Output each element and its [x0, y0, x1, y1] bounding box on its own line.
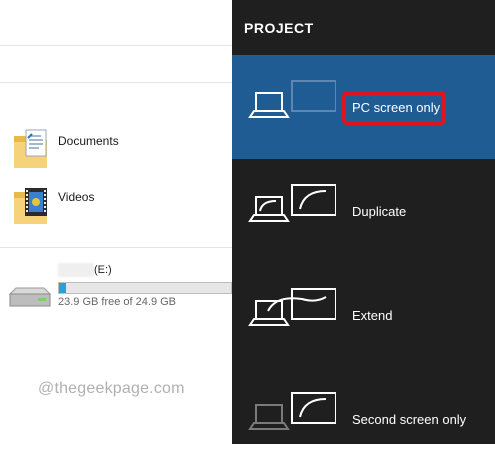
watermark: @thegeekpage.com: [38, 380, 185, 397]
folder-videos[interactable]: Videos: [0, 182, 232, 232]
documents-folder-icon: [14, 129, 47, 168]
drive-usage-bar: [58, 282, 232, 294]
option-duplicate[interactable]: Duplicate: [232, 159, 495, 263]
folder-label: Documents: [58, 134, 119, 148]
option-label: Duplicate: [352, 204, 407, 219]
pc-screen-only-icon: [248, 80, 336, 118]
folder-label: Videos: [58, 190, 95, 204]
option-second-screen-only[interactable]: Second screen only: [232, 367, 495, 471]
highlight-annotation: [342, 91, 446, 125]
divider: [0, 45, 232, 46]
option-label: Extend: [352, 308, 393, 323]
drive-name-redacted: [58, 263, 94, 277]
second-screen-only-icon: [248, 392, 336, 430]
duplicate-icon: [248, 184, 336, 222]
drive-label[interactable]: (E:): [94, 264, 112, 276]
option-extend[interactable]: Extend: [232, 263, 495, 367]
divider: [0, 82, 232, 83]
drive-icon[interactable]: [6, 284, 52, 314]
drive-usage-fill: [59, 283, 66, 293]
project-panel: PROJECT PC screen only Duplicate Extend: [232, 0, 495, 444]
project-title: PROJECT: [244, 20, 314, 36]
option-label: Second screen only: [352, 412, 467, 427]
divider: [0, 247, 232, 248]
option-pc-screen-only[interactable]: PC screen only: [232, 55, 495, 159]
videos-folder-icon: [14, 188, 47, 224]
extend-icon: [248, 288, 336, 326]
file-explorer: Documents Videos (E:) 23.9 GB free of 24…: [0, 0, 232, 444]
folder-documents[interactable]: Documents: [0, 126, 232, 176]
drive-free-space: 23.9 GB free of 24.9 GB: [58, 296, 177, 308]
